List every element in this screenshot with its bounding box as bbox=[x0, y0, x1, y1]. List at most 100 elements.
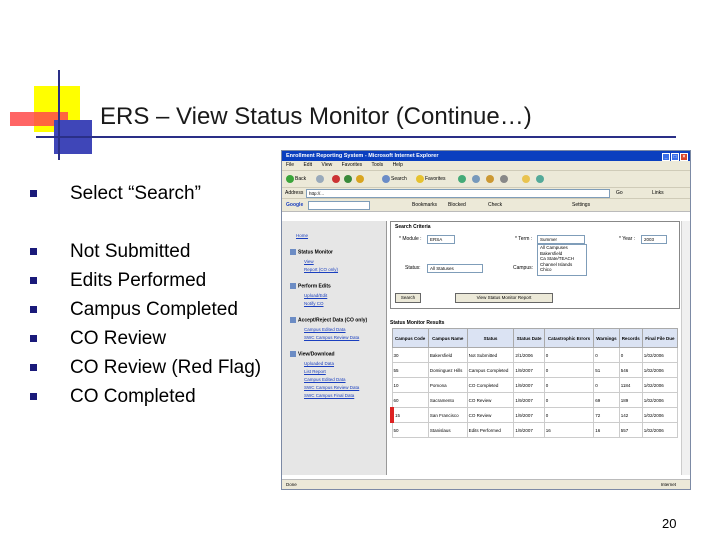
stop-button[interactable] bbox=[332, 174, 341, 184]
table-cell-date: 2/1/2006 bbox=[513, 347, 545, 363]
minimize-icon[interactable]: _ bbox=[662, 153, 670, 161]
bullet-marker-icon bbox=[30, 277, 37, 284]
term-select[interactable]: Summer bbox=[537, 235, 585, 244]
folder-button[interactable] bbox=[522, 174, 531, 184]
print-button[interactable] bbox=[500, 174, 509, 184]
module-select[interactable]: ERSA bbox=[427, 235, 455, 244]
menu-file[interactable]: File bbox=[286, 162, 294, 168]
mail-button[interactable] bbox=[486, 174, 495, 184]
blocked-button[interactable]: Blocked bbox=[448, 199, 466, 211]
sidebar-link-notify-co[interactable]: Notify CO bbox=[304, 301, 324, 306]
col-final-due[interactable]: Final File Due bbox=[641, 328, 679, 348]
browser-screenshot: Enrollment Reporting System - Microsoft … bbox=[281, 150, 691, 490]
menu-tools[interactable]: Tools bbox=[371, 162, 383, 168]
year-label: * Year : bbox=[619, 236, 636, 242]
table-cell-due: 1/02/2006 bbox=[641, 377, 679, 393]
sidebar-link-swc-review[interactable]: SWC Campus Review Data bbox=[304, 335, 359, 340]
campus-listbox[interactable]: All Campuses Bakersfield Ca State/TEACH … bbox=[537, 244, 587, 276]
search-button[interactable]: Search bbox=[382, 174, 407, 184]
table-cell-name: Stanislaus bbox=[427, 422, 468, 438]
campus-option[interactable]: Chico bbox=[540, 267, 586, 273]
table-cell-due: 1/02/2006 bbox=[641, 347, 679, 363]
check-button[interactable]: Check bbox=[488, 199, 502, 211]
maximize-icon[interactable]: □ bbox=[671, 153, 679, 161]
table-cell-due: 1/02/2006 bbox=[641, 422, 679, 438]
address-input[interactable]: http://... bbox=[306, 189, 610, 198]
google-search-input[interactable] bbox=[308, 201, 370, 210]
browser-title: Enrollment Reporting System - Microsoft … bbox=[286, 153, 439, 159]
go-button[interactable]: Go bbox=[616, 188, 623, 198]
table-cell-name: Pomona bbox=[427, 377, 468, 393]
sidebar-link-swc-campus-review[interactable]: SWC Campus Review Data bbox=[304, 385, 359, 390]
col-warnings[interactable]: Warnings bbox=[593, 328, 620, 348]
col-status[interactable]: Status bbox=[466, 328, 515, 348]
bullet-marker-icon bbox=[30, 335, 37, 342]
table-cell-name: Sacramento bbox=[427, 392, 468, 408]
menu-favorites[interactable]: Favorites bbox=[342, 162, 363, 168]
media-icon bbox=[458, 174, 466, 183]
sidebar-link-list-report[interactable]: List Report bbox=[304, 369, 326, 374]
history-button[interactable] bbox=[472, 174, 481, 184]
module-label: * Module : bbox=[399, 236, 422, 242]
sidebar-link-view[interactable]: View bbox=[304, 259, 314, 264]
home-button[interactable] bbox=[356, 174, 365, 184]
browser-status-bar: Done Internet bbox=[282, 479, 690, 489]
favorites-button[interactable]: Favorites bbox=[416, 174, 446, 184]
bullet-marker-icon bbox=[30, 393, 37, 400]
view-report-button[interactable]: View Status Monitor Report bbox=[455, 293, 553, 303]
sidebar-link-report[interactable]: Report (CO only) bbox=[304, 267, 338, 272]
table-cell-code: 50 bbox=[391, 422, 429, 438]
google-toolbar: Google Bookmarks Blocked Check Settings bbox=[282, 199, 690, 212]
close-icon[interactable]: × bbox=[680, 153, 688, 161]
table-row[interactable]: 55 Dominguez Hills Campus Completed 1/9/200… bbox=[391, 362, 679, 378]
search-criteria-title: Search Criteria bbox=[395, 224, 431, 230]
media-button[interactable] bbox=[458, 174, 467, 184]
settings-button[interactable]: Settings bbox=[572, 199, 590, 211]
vertical-scrollbar[interactable] bbox=[681, 221, 690, 475]
sidebar-home-link[interactable]: Home bbox=[296, 233, 308, 238]
table-cell-code: 55 bbox=[391, 362, 429, 378]
bookmarks-button[interactable]: Bookmarks bbox=[412, 199, 437, 211]
page-number: 20 bbox=[662, 516, 677, 531]
year-select[interactable]: 2003 bbox=[641, 235, 667, 244]
sidebar-link-swc-campus-final[interactable]: SWC Campus Final Data bbox=[304, 393, 354, 398]
menu-view[interactable]: View bbox=[321, 162, 332, 168]
table-cell-date: 1/9/2007 bbox=[513, 422, 545, 438]
menu-edit[interactable]: Edit bbox=[303, 162, 312, 168]
refresh-button[interactable] bbox=[344, 174, 353, 184]
col-errors[interactable]: Catastrophic Errors bbox=[543, 328, 595, 348]
table-cell-records: 142 bbox=[618, 407, 643, 423]
term-label: * Term : bbox=[515, 236, 533, 242]
col-records[interactable]: Records bbox=[618, 328, 643, 348]
forward-button[interactable] bbox=[316, 174, 325, 184]
col-campus-code[interactable]: Campus Code bbox=[391, 328, 429, 348]
slide-title: ERS – View Status Monitor (Continue…) bbox=[100, 103, 532, 130]
table-row[interactable]: 10 Pomona CO Completed 1/9/2007 0 0 1184 1/02/2… bbox=[391, 377, 679, 393]
col-status-date[interactable]: Status Date bbox=[513, 328, 545, 348]
links-button[interactable]: Links bbox=[652, 188, 664, 198]
sidebar-link-upload-edit[interactable]: Upload/Edit bbox=[304, 293, 327, 298]
messenger-button[interactable] bbox=[536, 174, 545, 184]
sidebar-link-campus-edited-data[interactable]: Campus Edited Data bbox=[304, 377, 346, 382]
table-cell-code: 30 bbox=[391, 347, 429, 363]
sidebar-link-campus-edited[interactable]: Campus Edited Data bbox=[304, 327, 346, 332]
status-select[interactable]: All Statuses bbox=[427, 264, 483, 273]
col-campus-name[interactable]: Campus Name bbox=[427, 328, 468, 348]
table-row[interactable]: 15 San Francisco CO Review 1/9/2007 0 72 142 1/… bbox=[389, 407, 679, 423]
sidebar-link-uploaded-data[interactable]: Uploaded Data bbox=[304, 361, 334, 366]
table-cell-warnings: 72 bbox=[593, 407, 620, 423]
back-button[interactable]: Back bbox=[286, 174, 306, 184]
menu-help[interactable]: Help bbox=[393, 162, 403, 168]
browser-toolbar: Back Search Favorites bbox=[282, 171, 690, 188]
decor-horizontal-line bbox=[36, 136, 676, 138]
table-row[interactable]: 50 Stanislaus Edits Performed 1/9/2007 16 16 5… bbox=[391, 422, 679, 438]
table-row[interactable]: 60 Sacramento CO Review 1/9/2007 0 69 189 1/02/… bbox=[391, 392, 679, 408]
google-label: Google bbox=[286, 202, 304, 208]
table-cell-status: CO Review bbox=[466, 407, 515, 423]
table-cell-warnings: 0 bbox=[593, 347, 620, 363]
table-row[interactable]: 30 Bakersfield Not Submitted 2/1/2006 0 0 0 1/0… bbox=[391, 347, 679, 363]
table-cell-status: Not Submitted bbox=[466, 347, 515, 363]
results-header-row: Campus Code Campus Name Status Status Da… bbox=[391, 328, 679, 348]
app-sidebar: Home Status Monitor View Report (CO only… bbox=[282, 221, 387, 475]
search-submit-button[interactable]: Search bbox=[395, 293, 421, 303]
